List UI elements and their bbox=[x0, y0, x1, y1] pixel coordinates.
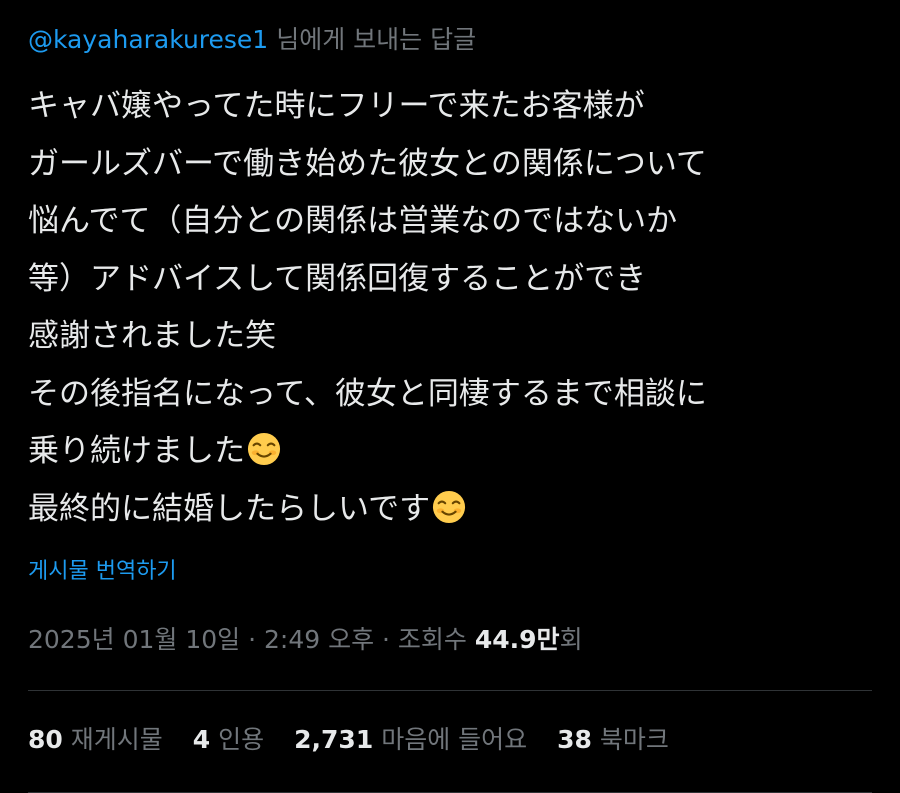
post-body-text: ガールズバーで働き始めた彼女との関係について bbox=[28, 145, 707, 182]
divider bbox=[28, 690, 872, 691]
post-body-line: 等）アドバイスして関係回復することができ bbox=[28, 251, 878, 309]
post-body-text: その後指名になって、彼女と同棲するまで相談に bbox=[28, 375, 707, 412]
post-detail: @kayaharakurese1 님에게 보내는 답글 キャバ嬢やってた時にフリー… bbox=[0, 0, 900, 793]
smiling-face-icon bbox=[432, 490, 466, 524]
post-body: キャバ嬢やってた時にフリーで来たお客様が ガールズバーで働き始めた彼女との関係に… bbox=[28, 78, 878, 538]
reposts-label: 재게시물 bbox=[70, 725, 163, 754]
quotes-label: 인용 bbox=[218, 725, 265, 754]
bookmarks-label: 북마크 bbox=[599, 725, 669, 754]
post-body-text: 最終的に結婚したらしいです bbox=[28, 490, 431, 527]
post-body-text: キャバ嬢やってた時にフリーで来たお客様が bbox=[28, 88, 645, 124]
post-time[interactable]: 2:49 오후 bbox=[264, 625, 374, 654]
reposts-stat[interactable]: 80 재게시물 bbox=[28, 720, 163, 760]
quotes-stat[interactable]: 4 인용 bbox=[193, 720, 264, 760]
bookmarks-count: 38 bbox=[557, 725, 592, 754]
translate-post-link[interactable]: 게시물 번역하기 bbox=[28, 555, 177, 589]
post-body-line: ガールズバーで働き始めた彼女との関係について bbox=[28, 136, 878, 194]
post-body-line: 感謝されました笑 bbox=[28, 308, 878, 366]
likes-label: 마음에 들어요 bbox=[381, 725, 528, 754]
post-body-text: 悩んでて（自分との関係は営業なのではないか bbox=[28, 203, 678, 239]
reply-handle-link[interactable]: @kayaharakurese1 bbox=[28, 25, 268, 54]
post-date[interactable]: 2025년 01월 10일 bbox=[28, 625, 240, 654]
post-body-line: キャバ嬢やってた時にフリーで来たお客様が bbox=[28, 78, 878, 136]
post-body-text: 乗り続けました bbox=[28, 433, 245, 469]
post-body-line: 悩んでて（自分との関係は営業なのではないか bbox=[28, 193, 878, 251]
reposts-count: 80 bbox=[28, 725, 63, 754]
post-body-text: 等）アドバイスして関係回復することができ bbox=[28, 260, 647, 297]
bookmarks-stat[interactable]: 38 북마크 bbox=[557, 720, 669, 760]
smiling-face-icon bbox=[247, 432, 281, 466]
engagement-stats: 80 재게시물 4 인용 2,731 마음에 들어요 38 북마크 bbox=[28, 720, 691, 760]
post-metadata: 2025년 01월 10일 · 2:49 오후 · 조회수 44.9만회 bbox=[28, 620, 583, 660]
post-body-line: 最終的に結婚したらしいです bbox=[28, 481, 878, 539]
post-body-line: 乗り続けました bbox=[28, 423, 878, 481]
meta-separator: · bbox=[240, 625, 264, 654]
reply-suffix: 님에게 보내는 답글 bbox=[276, 25, 477, 54]
post-body-text: 感謝されました笑 bbox=[28, 318, 276, 354]
views-label: 조회수 bbox=[397, 625, 475, 654]
quotes-count: 4 bbox=[192, 725, 211, 754]
likes-count: 2,731 bbox=[294, 725, 374, 754]
reply-context: @kayaharakurese1 님에게 보내는 답글 bbox=[28, 20, 476, 60]
post-body-line: その後指名になって、彼女と同棲するまで相談に bbox=[28, 366, 878, 424]
views-count: 44.9만 bbox=[474, 625, 560, 654]
meta-separator: · bbox=[374, 625, 398, 654]
views-unit: 회 bbox=[559, 625, 583, 654]
likes-stat[interactable]: 2,731 마음에 들어요 bbox=[294, 720, 527, 760]
